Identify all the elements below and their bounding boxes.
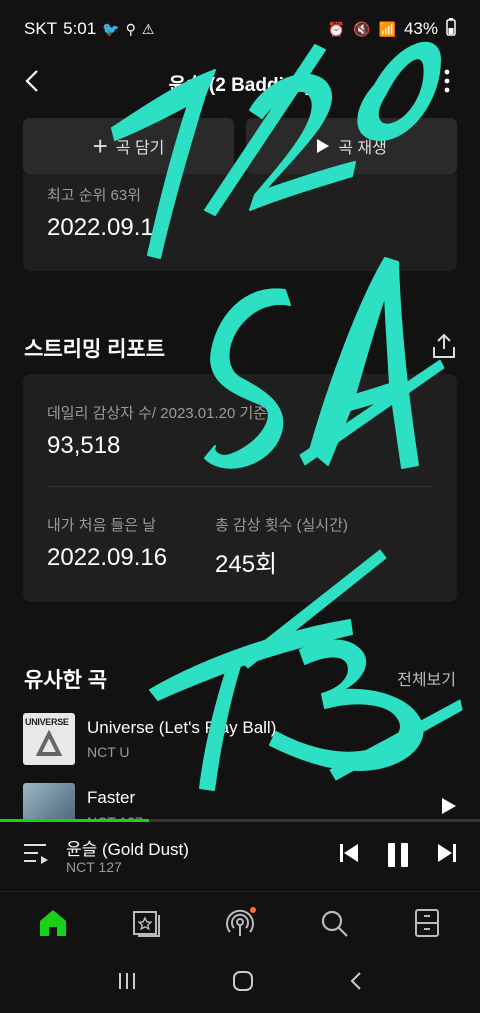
- now-playing-title: 윤슬 (Gold Dust): [66, 840, 189, 859]
- tab-library[interactable]: [126, 903, 166, 943]
- drawer-icon: [415, 909, 440, 937]
- pause-button[interactable]: [386, 842, 412, 868]
- total-plays-label: 총 감상 횟수 (실시간): [215, 517, 348, 534]
- recent-apps-icon: [119, 973, 136, 989]
- home-circle-icon: [232, 971, 253, 991]
- first-listen-label: 내가 처음 들은 날: [47, 517, 157, 534]
- back-nav-button[interactable]: [349, 971, 363, 996]
- more-options-button[interactable]: [444, 68, 454, 94]
- skip-next-icon: [438, 844, 456, 862]
- song-artist: NCT U: [87, 744, 130, 760]
- tab-storage[interactable]: [407, 903, 447, 943]
- similar-songs-title: 유사한 곡: [24, 669, 108, 692]
- playlist-icon: [24, 844, 48, 864]
- action-row: + 곡 담기 곡 재생: [23, 118, 457, 174]
- twitter-icon: 🐦: [102, 20, 120, 37]
- peak-rank-label: 최고 순위 63위: [47, 187, 142, 204]
- next-button[interactable]: [436, 842, 462, 868]
- recent-apps-button[interactable]: [117, 971, 137, 996]
- wifi-icon: 📶: [378, 20, 396, 37]
- clock: 5:01: [63, 19, 97, 38]
- previous-button[interactable]: [338, 842, 364, 868]
- home-icon: [39, 910, 66, 936]
- add-label: 곡 담기: [115, 140, 165, 157]
- album-cover-text: UNIVERSE: [25, 717, 69, 727]
- battery-icon: [446, 17, 456, 41]
- tab-radio[interactable]: [220, 903, 260, 943]
- search-icon: [321, 910, 348, 937]
- daily-listeners-label: 데일리 감상자 수/ 2023.01.20 기준: [47, 405, 268, 422]
- mute-icon: 🔇: [353, 20, 371, 37]
- list-item[interactable]: UNIVERSE Universe (Let's Play Ball) NCT …: [23, 711, 457, 767]
- notification-icon: ⚲: [125, 20, 136, 37]
- streaming-report-title: 스트리밍 리포트: [24, 338, 166, 361]
- tab-search[interactable]: [314, 903, 354, 943]
- play-icon: [317, 139, 330, 153]
- play-label: 곡 재생: [338, 140, 387, 157]
- song-title: Universe (Let's Play Ball): [87, 718, 277, 737]
- see-all-link[interactable]: 전체보기: [397, 666, 456, 690]
- peak-rank-date: 2022.09.16: [47, 214, 168, 241]
- system-navigation-bar: [0, 954, 480, 1013]
- bottom-tab-bar: [0, 892, 480, 954]
- alarm-icon: ⏰: [327, 20, 346, 37]
- back-icon: [350, 972, 361, 990]
- plus-icon: +: [92, 131, 108, 161]
- pause-icon: [388, 843, 408, 867]
- first-listen-value: 2022.09.16: [47, 544, 168, 571]
- battery-level: 43%: [403, 19, 438, 38]
- share-button[interactable]: [432, 333, 456, 359]
- playlist-button[interactable]: [22, 842, 50, 868]
- play-song-button[interactable]: 곡 재생: [246, 118, 457, 174]
- carrier-label: SKT: [24, 19, 58, 38]
- song-title: Faster: [87, 788, 136, 807]
- play-button[interactable]: [441, 797, 457, 815]
- home-nav-button[interactable]: [232, 970, 254, 997]
- mini-player[interactable]: 윤슬 (Gold Dust) NCT 127: [0, 822, 480, 892]
- share-icon: [433, 333, 455, 358]
- page-title: 윤슬 (2 Baddies): [168, 75, 312, 96]
- now-playing-artist: NCT 127: [66, 859, 122, 875]
- play-icon: [442, 798, 456, 814]
- tab-home[interactable]: [33, 903, 73, 943]
- add-to-playlist-button[interactable]: + 곡 담기: [23, 118, 234, 174]
- divider: [47, 486, 433, 487]
- skip-previous-icon: [340, 844, 358, 862]
- status-bar: SKT 5:01 🐦 ⚲ ⚠ ⏰ 🔇 📶 43%: [0, 0, 480, 58]
- top-app-bar: 윤슬 (2 Baddies): [0, 58, 480, 104]
- chart-rank-card: 최고 순위 63위 2022.09.16: [23, 174, 457, 271]
- more-vertical-icon: [444, 69, 450, 93]
- album-cover: UNIVERSE: [23, 713, 75, 765]
- streaming-report-card: 데일리 감상자 수/ 2023.01.20 기준 93,518 내가 처음 들은…: [23, 374, 457, 602]
- total-plays-value: 245회: [215, 551, 278, 578]
- daily-listeners-value: 93,518: [47, 432, 121, 459]
- notification-dot: [249, 907, 256, 913]
- warning-icon: ⚠: [141, 20, 155, 37]
- library-icon: [133, 911, 161, 937]
